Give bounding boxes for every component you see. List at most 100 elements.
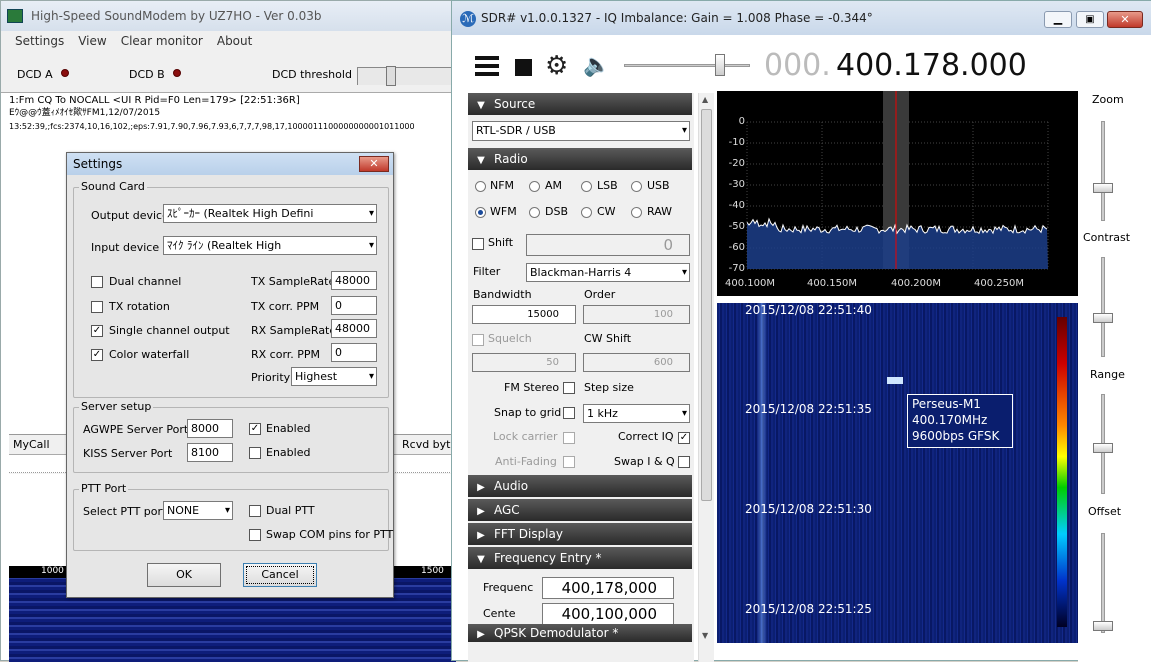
menu-about[interactable]: About xyxy=(217,31,252,51)
waterfall-display[interactable]: 2015/12/08 22:51:40 2015/12/08 22:51:35 … xyxy=(717,303,1078,643)
squelch-input[interactable]: 50 xyxy=(472,353,576,372)
y-tick: -40 xyxy=(728,200,745,211)
tx-rotation-checkbox[interactable] xyxy=(91,301,103,313)
single-channel-output-checkbox[interactable]: ✓ xyxy=(91,325,103,337)
dual-channel-checkbox[interactable] xyxy=(91,276,103,288)
panel-scrollbar[interactable]: ▲ ▼ xyxy=(698,93,714,662)
bandwidth-input[interactable]: 15000 xyxy=(472,305,576,324)
color-scale-bar xyxy=(1057,317,1067,627)
anti-fading-checkbox[interactable] xyxy=(563,456,575,468)
source-header[interactable]: ▼ Source xyxy=(468,93,692,115)
scroll-up-icon[interactable]: ▲ xyxy=(702,95,708,104)
agwpe-port-input[interactable]: 8000 xyxy=(187,419,233,438)
menu-settings[interactable]: Settings xyxy=(15,31,64,51)
fft-header-label: FFT Display xyxy=(494,527,563,541)
annotation-line: 400.170MHz xyxy=(912,413,988,427)
agc-header[interactable]: ▶ AGC xyxy=(468,499,692,521)
volume-slider[interactable] xyxy=(624,64,750,67)
dcd-threshold-slider[interactable] xyxy=(357,66,456,86)
mode-radio-nfm[interactable] xyxy=(475,181,486,192)
swap-com-checkbox[interactable] xyxy=(249,529,261,541)
fm-stereo-checkbox[interactable] xyxy=(563,382,575,394)
cancel-button[interactable]: Cancel xyxy=(243,563,317,587)
volume-thumb[interactable] xyxy=(715,54,725,76)
grid-col-mycall: MyCall xyxy=(13,438,50,451)
gear-icon[interactable]: ⚙ xyxy=(545,52,568,80)
annotation-line: 9600bps GFSK xyxy=(912,429,1000,443)
range-thumb[interactable] xyxy=(1093,443,1113,453)
radio-header[interactable]: ▼ Radio xyxy=(468,148,692,170)
frequency-entry-header[interactable]: ▼ Frequency Entry * xyxy=(468,547,692,569)
spectrum-display[interactable]: 0 -10 -20 -30 -40 -50 -60 -70 400.100M 4… xyxy=(717,91,1078,296)
close-icon[interactable]: ✕ xyxy=(359,156,389,172)
maximize-icon[interactable]: ▣ xyxy=(1076,11,1104,28)
offset-thumb[interactable] xyxy=(1093,621,1113,631)
dual-ptt-checkbox[interactable] xyxy=(249,505,261,517)
output-device-select[interactable]: ｽﾋﾟｰｶｰ (Realtek High Defini xyxy=(163,204,377,223)
menu-icon[interactable] xyxy=(475,56,499,76)
menu-clear-monitor[interactable]: Clear monitor xyxy=(121,31,203,51)
mode-radio-dsb[interactable] xyxy=(529,207,540,218)
menu-view[interactable]: View xyxy=(78,31,106,51)
ptt-port-group xyxy=(73,489,389,551)
sdr-titlebar: ℳ SDR# v1.0.0.1327 - IQ Imbalance: Gain … xyxy=(452,1,1151,35)
speaker-icon[interactable]: 🔈 xyxy=(583,53,610,79)
ptt-port-select[interactable]: NONE xyxy=(163,501,233,520)
threshold-thumb[interactable] xyxy=(386,66,396,86)
agwpe-enabled-checkbox[interactable]: ✓ xyxy=(249,423,261,435)
ok-button[interactable]: OK xyxy=(147,563,221,587)
audio-header[interactable]: ▶ Audio xyxy=(468,475,692,497)
mode-radio-raw[interactable] xyxy=(631,207,642,218)
priority-select[interactable]: Highest xyxy=(291,367,377,386)
shift-input[interactable]: 0 xyxy=(526,234,690,256)
offset-track[interactable] xyxy=(1101,533,1105,633)
fft-display-header[interactable]: ▶ FFT Display xyxy=(468,523,692,545)
cw-shift-input[interactable]: 600 xyxy=(583,353,690,372)
squelch-checkbox[interactable] xyxy=(472,334,484,346)
output-device-value: ｽﾋﾟｰｶｰ (Realtek High Defini xyxy=(167,207,314,220)
input-device-select[interactable]: ﾏｲｸ ﾗｲﾝ (Realtek High xyxy=(163,236,377,255)
kiss-port-input[interactable]: 8100 xyxy=(187,443,233,462)
y-tick: -60 xyxy=(728,242,745,253)
tx-samplerate-input[interactable]: 48000 xyxy=(331,271,377,290)
offset-label: Offset xyxy=(1088,505,1122,518)
contrast-track[interactable] xyxy=(1101,257,1105,357)
correct-iq-checkbox[interactable]: ✓ xyxy=(678,432,690,444)
minimize-icon[interactable]: ▁ xyxy=(1044,11,1072,28)
sdr-title: SDR# v1.0.0.1327 - IQ Imbalance: Gain = … xyxy=(481,11,873,25)
frequency-label: Frequenc xyxy=(483,581,534,594)
swap-com-label: Swap COM pins for PTT xyxy=(266,528,394,541)
zoom-track[interactable] xyxy=(1101,121,1105,221)
lock-carrier-checkbox[interactable] xyxy=(563,432,575,444)
mode-radio-am[interactable] xyxy=(529,181,540,192)
filter-select[interactable]: Blackman-Harris 4 xyxy=(526,263,690,282)
order-input[interactable]: 100 xyxy=(583,305,690,324)
frequency-input[interactable]: 400,178,000 xyxy=(542,577,674,599)
color-waterfall-checkbox[interactable]: ✓ xyxy=(91,349,103,361)
step-size-select[interactable]: 1 kHz xyxy=(583,404,690,423)
source-select[interactable]: RTL-SDR / USB xyxy=(472,121,690,141)
tx-ppm-input[interactable]: 0 xyxy=(331,296,377,315)
squelch-label: Squelch xyxy=(488,332,532,345)
scroll-down-icon[interactable]: ▼ xyxy=(702,631,708,640)
shift-checkbox[interactable] xyxy=(472,238,484,250)
rx-samplerate-input[interactable]: 48000 xyxy=(331,319,377,338)
contrast-thumb[interactable] xyxy=(1093,313,1113,323)
window-close-icon[interactable]: ✕ xyxy=(1107,11,1143,28)
stop-icon[interactable] xyxy=(515,59,532,76)
rx-ppm-input[interactable]: 0 xyxy=(331,343,377,362)
mode-radio-lsb[interactable] xyxy=(581,181,592,192)
mode-radio-cw[interactable] xyxy=(581,207,592,218)
mode-radio-wfm[interactable] xyxy=(475,207,486,218)
swap-iq-checkbox[interactable] xyxy=(678,456,690,468)
expand-icon: ▶ xyxy=(477,482,485,493)
center-input[interactable]: 400,100,000 xyxy=(542,603,674,625)
zoom-thumb[interactable] xyxy=(1093,183,1113,193)
kiss-enabled-checkbox[interactable] xyxy=(249,447,261,459)
qpsk-header[interactable]: ▶ QPSK Demodulator * xyxy=(468,624,692,642)
scroll-thumb[interactable] xyxy=(701,109,712,501)
frequency-display[interactable]: 400.178.000 xyxy=(836,48,1027,83)
mode-radio-usb[interactable] xyxy=(631,181,642,192)
snap-to-grid-checkbox[interactable] xyxy=(563,407,575,419)
sound-card-label: Sound Card xyxy=(79,180,147,193)
